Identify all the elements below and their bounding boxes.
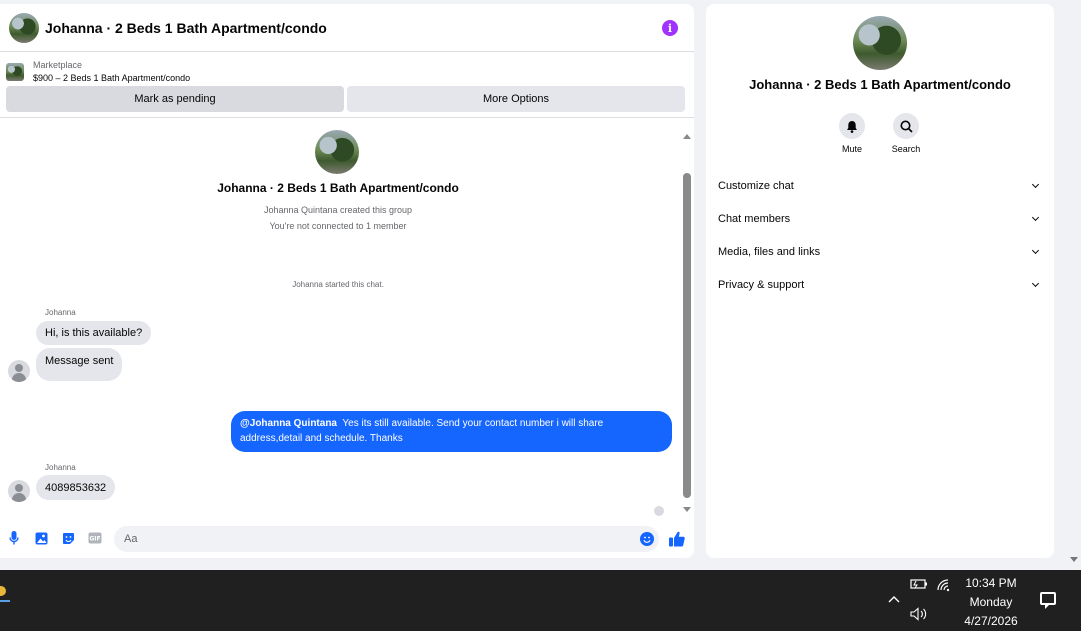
chat-avatar[interactable] <box>9 12 39 43</box>
info-avatar[interactable] <box>853 16 907 70</box>
chat-header: Johanna · 2 Beds 1 Bath Apartment/condo … <box>0 4 694 52</box>
chat-panel: Johanna · 2 Beds 1 Bath Apartment/condo … <box>0 4 694 558</box>
composer: GIF Aa <box>0 520 694 556</box>
search-label: Search <box>891 144 921 154</box>
conversation-info-panel: Johanna · 2 Beds 1 Bath Apartment/condo … <box>706 4 1054 558</box>
message-bubble[interactable]: Message sent <box>36 348 123 381</box>
marketplace-listing[interactable]: Marketplace $900 – 2 Beds 1 Bath Apartme… <box>0 52 694 86</box>
scroll-up-arrow-icon[interactable] <box>683 134 691 139</box>
listing-price-title: $900 – 2 Beds 1 Bath Apartment/condo <box>33 73 191 83</box>
wifi-icon[interactable] <box>936 578 952 595</box>
show-hidden-icons-chevron-icon[interactable] <box>888 592 900 606</box>
chat-started-text: Johanna started this chat. <box>292 280 384 289</box>
sticker-icon[interactable] <box>61 531 75 545</box>
listing-actions: Mark as pending More Options <box>0 86 694 112</box>
listing-thumbnail <box>6 63 24 81</box>
chevron-down-icon <box>1031 213 1040 222</box>
marketplace-label: Marketplace <box>33 60 83 70</box>
group-connection-text: You're not connected to 1 member <box>269 221 407 231</box>
taskbar-app-icon[interactable] <box>0 578 10 602</box>
like-thumbs-up-icon[interactable] <box>668 530 686 548</box>
svg-text:GIF: GIF <box>89 536 100 543</box>
group-title: Johanna · 2 Beds 1 Bath Apartment/condo <box>217 181 459 195</box>
chevron-down-icon <box>1031 180 1040 189</box>
message-bubble[interactable]: Hi, is this available? <box>36 321 152 345</box>
info-title: Johanna · 2 Beds 1 Bath Apartment/condo <box>749 77 1011 92</box>
mark-as-pending-button[interactable]: Mark as pending <box>6 86 344 112</box>
message-sender: Johanna <box>45 308 76 317</box>
taskbar: 10:34 PM Monday 4/27/2026 <box>0 570 1081 631</box>
search-icon <box>893 113 919 139</box>
battery-icon[interactable] <box>910 578 928 593</box>
mute-label: Mute <box>841 144 862 154</box>
section-media-files-links[interactable]: Media, files and links <box>718 244 1042 260</box>
chevron-down-icon <box>1031 246 1040 255</box>
section-label: Media, files and links <box>718 246 821 258</box>
search-button[interactable]: Search <box>886 113 926 154</box>
photo-icon[interactable] <box>34 531 48 545</box>
chat-title[interactable]: Johanna · 2 Beds 1 Bath Apartment/condo <box>45 20 327 36</box>
section-label: Privacy & support <box>718 279 805 291</box>
group-avatar <box>315 130 359 174</box>
clock-date: 4/27/2026 <box>964 614 1018 628</box>
notification-center-icon[interactable] <box>1040 592 1056 609</box>
message-list: Johanna · 2 Beds 1 Bath Apartment/condo … <box>0 128 680 520</box>
user-avatar-icon <box>8 480 30 502</box>
section-chat-members[interactable]: Chat members <box>718 211 1042 227</box>
seen-indicator-icon <box>654 506 664 516</box>
message-bubble[interactable]: 4089853632 <box>36 475 116 500</box>
section-privacy-support[interactable]: Privacy & support <box>718 277 1042 293</box>
message-sender: Johanna <box>45 463 76 472</box>
emoji-icon[interactable] <box>640 532 654 546</box>
scrollbar[interactable] <box>682 130 692 514</box>
section-label: Customize chat <box>718 180 794 192</box>
user-avatar-icon <box>8 360 30 382</box>
divider <box>0 117 694 118</box>
more-options-button[interactable]: More Options <box>347 86 685 112</box>
clock-day: Monday <box>969 595 1013 609</box>
section-label: Chat members <box>718 213 791 225</box>
microphone-icon[interactable] <box>7 531 21 545</box>
gif-icon[interactable]: GIF <box>88 531 102 545</box>
page-scroll-down-arrow-icon[interactable] <box>1070 557 1078 562</box>
mute-button[interactable]: Mute <box>832 113 872 154</box>
group-created-text: Johanna Quintana created this group <box>263 205 413 215</box>
scroll-down-arrow-icon[interactable] <box>683 507 691 512</box>
mention[interactable]: @Johanna Quintana <box>240 418 337 429</box>
message-bubble-outgoing[interactable]: @Johanna Quintana Yes its still availabl… <box>231 411 672 452</box>
bell-icon <box>839 113 865 139</box>
info-icon[interactable]: i <box>662 20 678 36</box>
clock-time: 10:34 PM <box>965 576 1017 590</box>
message-input[interactable]: Aa <box>114 526 659 552</box>
section-customize-chat[interactable]: Customize chat <box>718 178 1042 194</box>
volume-icon[interactable] <box>910 607 928 624</box>
chevron-down-icon <box>1031 279 1040 288</box>
system-clock[interactable]: 10:34 PM Monday 4/27/2026 <box>952 574 1030 631</box>
scrollbar-thumb[interactable] <box>683 173 691 498</box>
